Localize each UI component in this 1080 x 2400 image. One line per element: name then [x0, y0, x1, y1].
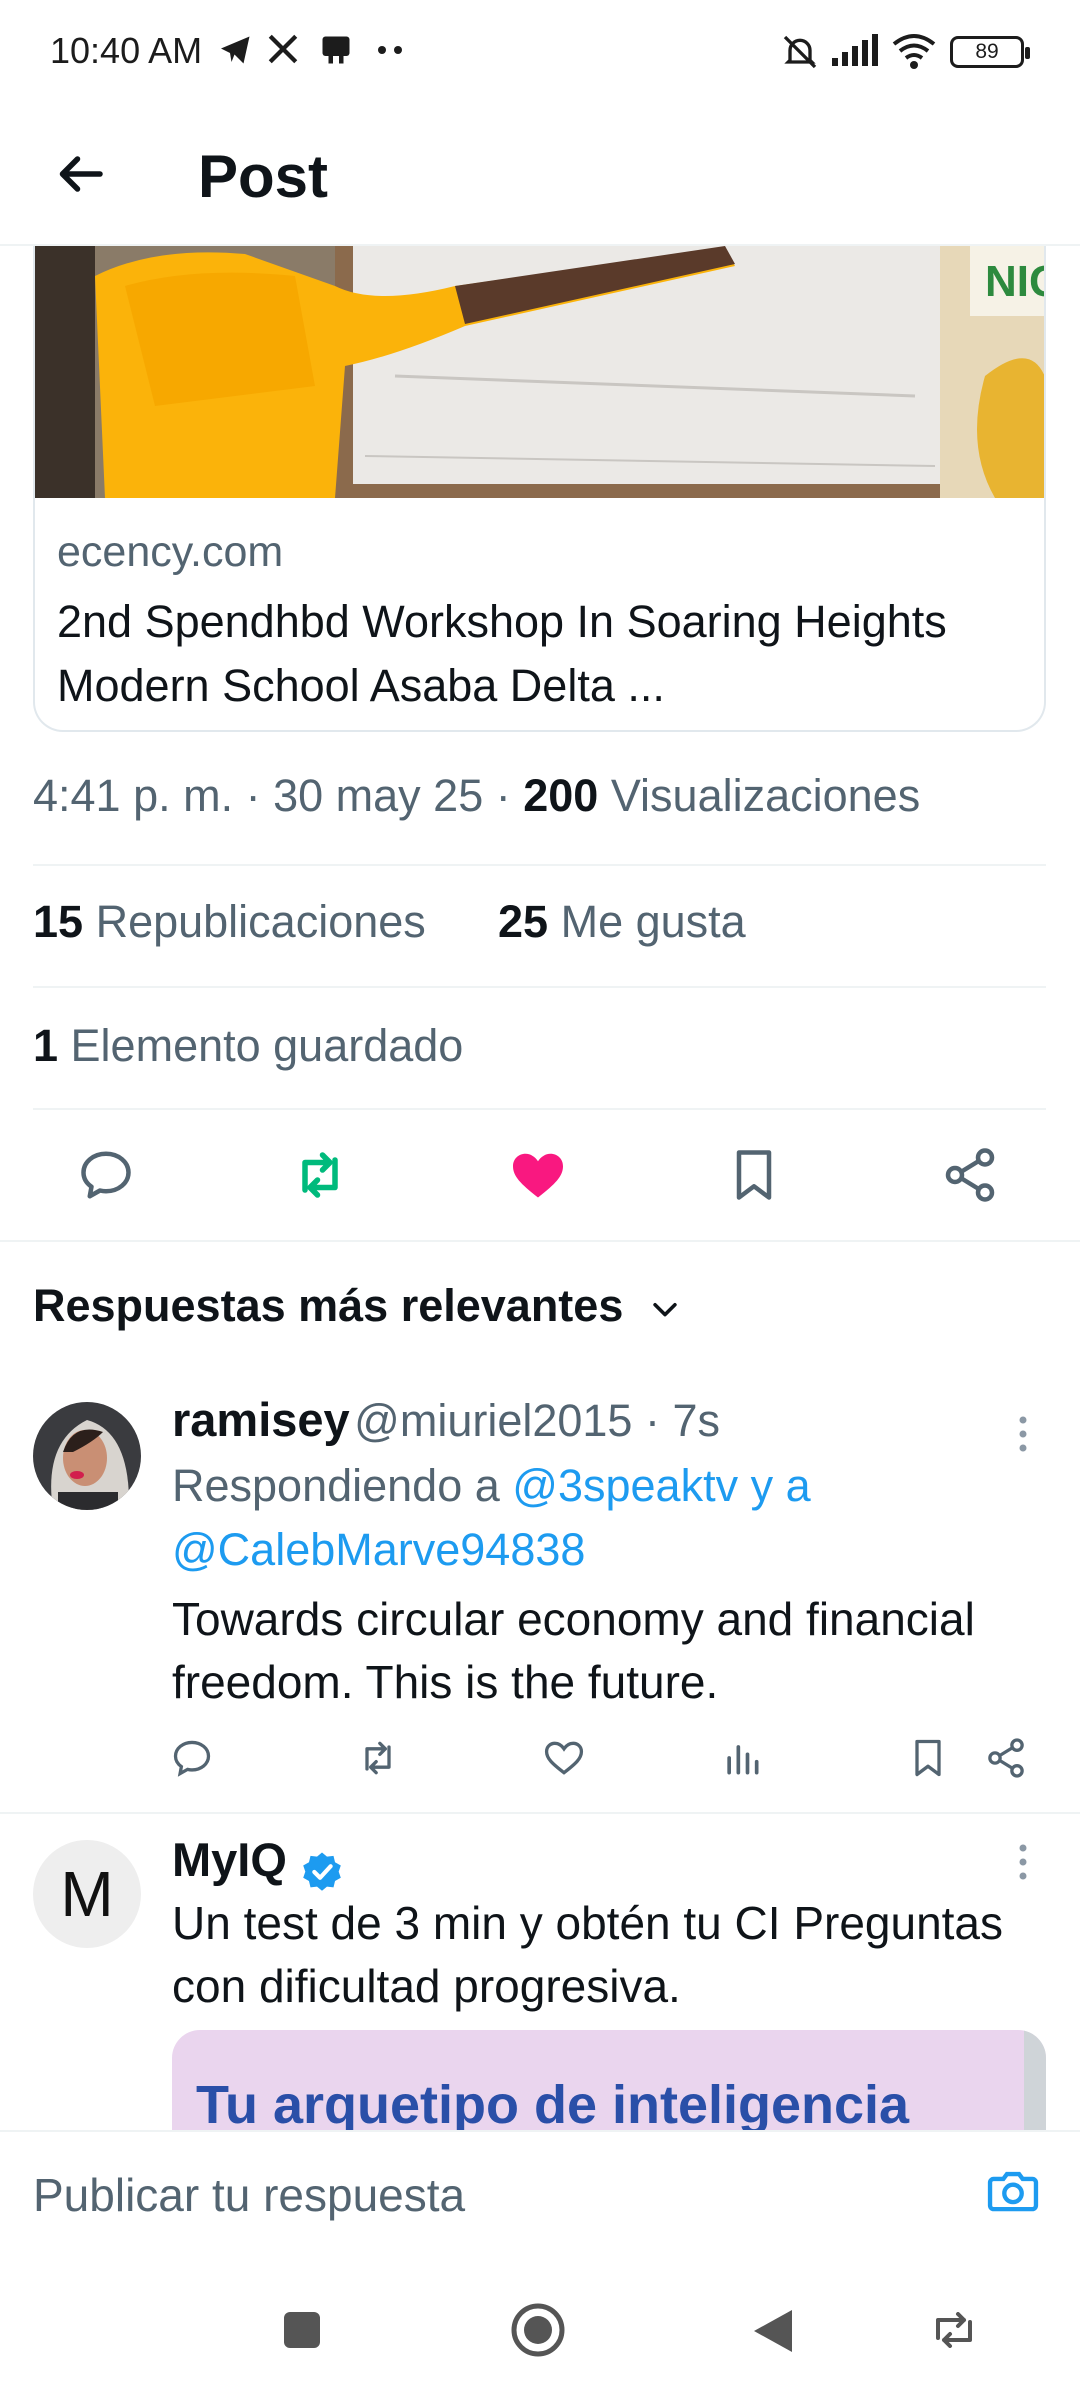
- post-date: 30 may 25: [273, 770, 484, 821]
- author-handle-time[interactable]: @miuriel2015 · 7s: [354, 1395, 720, 1446]
- x-app-icon: [266, 32, 300, 66]
- page-title: Post: [198, 143, 329, 210]
- mute-icon: [780, 32, 820, 72]
- back-button[interactable]: [752, 2308, 794, 2354]
- battery-icon: 89: [950, 36, 1030, 68]
- svg-text:NIG: NIG: [985, 257, 1046, 306]
- telegram-icon: [218, 32, 254, 68]
- divider: [33, 864, 1046, 866]
- replies-sort-button[interactable]: Respuestas más relevantes: [33, 1280, 682, 1332]
- more-notifications-icon: [376, 44, 406, 56]
- views-label: Visualizaciones: [610, 770, 921, 821]
- post-time: 4:41 p. m.: [33, 770, 234, 821]
- reposts-count: 15: [33, 896, 84, 947]
- replying-prefix: Respondiendo a: [172, 1460, 513, 1511]
- likes-label: Me gusta: [560, 896, 746, 947]
- ad-media-card[interactable]: Tu arquetipo de inteligencia: [172, 2030, 1046, 2130]
- bookmarks-label: Elemento guardado: [70, 1020, 464, 1071]
- link-preview-image: NIG: [35, 246, 1046, 498]
- avatar[interactable]: M: [33, 1840, 141, 1948]
- like-icon[interactable]: [508, 1145, 568, 1205]
- signal-icon: [830, 32, 880, 68]
- notification-app-icon: [318, 32, 354, 68]
- verified-badge-icon: [299, 1849, 345, 1895]
- replies-sort-label: Respuestas más relevantes: [33, 1280, 624, 1331]
- reply-author-line: ramisey @miuriel2015 · 7s: [172, 1392, 720, 1447]
- more-options-icon[interactable]: [1008, 1838, 1038, 1888]
- ad-text: Un test de 3 min y obtén tu CI Preguntas…: [172, 1897, 1004, 2012]
- wifi-icon: [890, 32, 938, 70]
- recent-apps-button[interactable]: [282, 2310, 322, 2350]
- ad-card-edge: [1024, 2030, 1046, 2130]
- bookmarks-count: 1: [33, 1020, 59, 1071]
- like-icon[interactable]: [542, 1736, 586, 1780]
- repost-icon[interactable]: [356, 1736, 400, 1780]
- reply-tweet[interactable]: ramisey @miuriel2015 · 7s Respondiendo a…: [0, 1380, 1080, 1810]
- reposts-label: Republicaciones: [95, 896, 426, 947]
- views-count: 200: [523, 770, 599, 821]
- bookmark-icon[interactable]: [724, 1145, 784, 1205]
- status-time: 10:40 AM: [50, 30, 203, 71]
- back-arrow-icon[interactable]: [50, 144, 110, 204]
- battery-level: 89: [975, 40, 999, 63]
- mention-link[interactable]: @3speaktv: [512, 1460, 738, 1511]
- repost-icon[interactable]: [290, 1145, 350, 1205]
- more-options-icon[interactable]: [1008, 1410, 1038, 1460]
- link-preview-card[interactable]: NIG ecency.com 2nd Spendhbd Workshop In …: [33, 246, 1046, 732]
- status-bar: 10:40 AM 89: [0, 0, 1080, 100]
- likes-stat[interactable]: 25 Me gusta: [498, 896, 746, 948]
- home-button[interactable]: [510, 2302, 566, 2358]
- author-name[interactable]: MyIQ: [172, 1833, 287, 1886]
- share-icon[interactable]: [940, 1145, 1000, 1205]
- system-navigation-bar: [0, 2250, 1080, 2400]
- screen-rotate-icon[interactable]: [930, 2312, 978, 2348]
- author-name[interactable]: ramisey: [172, 1393, 350, 1446]
- mention-joiner: y a: [738, 1460, 811, 1511]
- reply-icon[interactable]: [170, 1736, 214, 1780]
- promoted-tweet[interactable]: M MyIQ Un test de 3 min y obtén tu CI Pr…: [0, 1814, 1080, 2130]
- replying-to: Respondiendo a @3speaktv y a @CalebMarve9…: [172, 1454, 1032, 1582]
- link-title: 2nd Spendhbd Workshop In Soaring Heights…: [57, 596, 947, 711]
- top-app-bar: Post: [0, 100, 1080, 246]
- share-icon[interactable]: [984, 1736, 1028, 1780]
- bookmarks-stat[interactable]: 1 Elemento guardado: [33, 1020, 463, 1072]
- reply-input[interactable]: Publicar tu respuesta: [33, 2168, 465, 2222]
- divider: [0, 1240, 1080, 1242]
- mention-link[interactable]: @CalebMarve94838: [172, 1524, 585, 1575]
- reply-text: Towards circular economy and financial f…: [172, 1593, 975, 1708]
- reply-composer-bar: Publicar tu respuesta: [0, 2130, 1080, 2253]
- ad-author-line: MyIQ: [172, 1832, 345, 1895]
- likes-count: 25: [498, 896, 549, 947]
- link-domain: ecency.com: [57, 528, 284, 576]
- views-analytics-icon[interactable]: [720, 1736, 764, 1780]
- divider: [33, 1108, 1046, 1110]
- divider: [33, 986, 1046, 988]
- ad-card-headline: Tu arquetipo de inteligencia: [196, 2075, 910, 2130]
- bookmark-icon[interactable]: [906, 1736, 950, 1780]
- camera-icon[interactable]: [984, 2162, 1042, 2220]
- reposts-stat[interactable]: 15 Republicaciones: [33, 896, 426, 948]
- avatar[interactable]: [33, 1402, 141, 1510]
- reply-icon[interactable]: [76, 1145, 136, 1205]
- chevron-down-icon: [648, 1292, 682, 1326]
- post-timestamp-views: 4:41 p. m. · 30 may 25 · 200 Visualizaci…: [33, 770, 921, 821]
